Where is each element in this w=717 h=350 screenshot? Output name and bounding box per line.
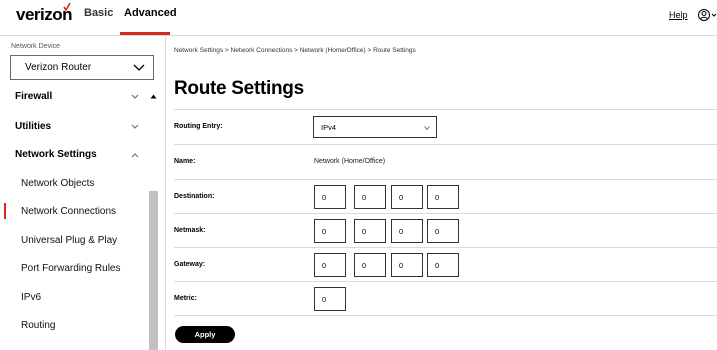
tab-advanced[interactable]: Advanced	[124, 7, 177, 19]
active-tab-indicator	[120, 32, 170, 35]
octet-value: 0	[322, 227, 327, 236]
octet-value: 0	[399, 261, 404, 270]
divider	[174, 315, 717, 316]
octet-value: 0	[322, 193, 327, 202]
sidebar-item-label: Port Forwarding Rules	[21, 263, 121, 274]
chevron-down-icon	[424, 126, 430, 130]
chevron-down-icon	[133, 64, 145, 71]
sidebar-item-label: Universal Plug & Play	[21, 235, 118, 246]
logo-check-icon	[63, 2, 71, 12]
destination-octet-1[interactable]: 0	[314, 185, 346, 209]
sidebar-item-utilities[interactable]: Utilities	[0, 114, 148, 142]
sidebar: Network Device Verizon Router Firewall U…	[0, 37, 166, 350]
metric-row: Metric: 0	[174, 281, 717, 317]
octet-value: 0	[362, 261, 367, 270]
octet-value: 0	[362, 227, 367, 236]
octet-value: 0	[399, 193, 404, 202]
breadcrumb[interactable]: Network Settings > Network Connections >…	[174, 47, 416, 54]
name-value: Network (Home/Office)	[314, 158, 386, 165]
routing-entry-row: Routing Entry: IPv4	[174, 109, 717, 145]
sidebar-item-universal-plug-play[interactable]: Universal Plug & Play	[0, 228, 148, 256]
network-device-select[interactable]: Verizon Router	[10, 55, 154, 80]
sidebar-item-label: Network Objects	[21, 178, 95, 189]
destination-octet-4[interactable]: 0	[427, 185, 459, 209]
name-row: Name: Network (Home/Office)	[174, 144, 717, 180]
octet-value: 0	[435, 227, 440, 236]
netmask-octet-4[interactable]: 0	[427, 219, 459, 243]
destination-octet-2[interactable]: 0	[354, 185, 386, 209]
octet-value: 0	[322, 261, 327, 270]
netmask-row: Netmask: 0 0 0 0	[174, 213, 717, 249]
octet-value: 0	[435, 193, 440, 202]
sidebar-scrollbar-thumb[interactable]	[149, 191, 158, 350]
netmask-octet-1[interactable]: 0	[314, 219, 346, 243]
destination-octet-3[interactable]: 0	[391, 185, 423, 209]
metric-input[interactable]: 0	[314, 287, 346, 311]
help-link[interactable]: Help	[669, 10, 688, 20]
sidebar-item-label: Network Settings	[15, 149, 97, 160]
netmask-octet-3[interactable]: 0	[391, 219, 423, 243]
chevron-up-icon	[131, 153, 139, 158]
gateway-octet-3[interactable]: 0	[391, 253, 423, 277]
gateway-row: Gateway: 0 0 0 0	[174, 247, 717, 283]
user-icon[interactable]	[698, 8, 717, 22]
chevron-down-icon	[131, 124, 139, 129]
scroll-up-arrow-icon[interactable]	[150, 94, 157, 99]
netmask-label: Netmask:	[174, 227, 206, 234]
octet-value: 0	[435, 261, 440, 270]
sidebar-item-network-settings[interactable]: Network Settings	[0, 142, 148, 170]
gateway-octet-4[interactable]: 0	[427, 253, 459, 277]
top-bar: verizon Basic Advanced Help	[0, 0, 717, 36]
routing-entry-value: IPv4	[321, 123, 337, 132]
sidebar-item-ipv6[interactable]: IPv6	[0, 285, 148, 313]
sidebar-item-port-forwarding-rules[interactable]: Port Forwarding Rules	[0, 256, 148, 284]
metric-value: 0	[322, 295, 327, 304]
routing-entry-select[interactable]: IPv4	[313, 116, 437, 138]
sidebar-item-firewall[interactable]: Firewall	[0, 84, 148, 112]
network-device-value: Verizon Router	[25, 62, 92, 73]
sidebar-item-network-connections[interactable]: Network Connections	[0, 199, 148, 227]
sidebar-item-label: Network Connections	[21, 206, 117, 217]
page-title: Route Settings	[174, 78, 304, 99]
sidebar-item-routing[interactable]: Routing	[0, 313, 148, 341]
gateway-octet-2[interactable]: 0	[354, 253, 386, 277]
sidebar-item-label: Firewall	[15, 91, 53, 102]
sidebar-item-label: Routing	[21, 320, 56, 331]
routing-entry-label: Routing Entry:	[174, 123, 223, 130]
gateway-octet-1[interactable]: 0	[314, 253, 346, 277]
apply-button[interactable]: Apply	[175, 326, 235, 343]
sidebar-item-label: IPv6	[21, 292, 42, 303]
network-device-label: Network Device	[11, 43, 61, 50]
destination-label: Destination:	[174, 193, 215, 200]
metric-label: Metric:	[174, 295, 197, 302]
sidebar-item-network-objects[interactable]: Network Objects	[0, 171, 148, 199]
sidebar-item-label: Utilities	[15, 121, 52, 132]
netmask-octet-2[interactable]: 0	[354, 219, 386, 243]
gateway-label: Gateway:	[174, 261, 206, 268]
name-label: Name:	[174, 158, 196, 165]
chevron-down-icon	[131, 94, 139, 99]
tab-basic[interactable]: Basic	[84, 7, 113, 19]
octet-value: 0	[362, 193, 367, 202]
destination-row: Destination: 0 0 0 0	[174, 179, 717, 215]
octet-value: 0	[399, 227, 404, 236]
